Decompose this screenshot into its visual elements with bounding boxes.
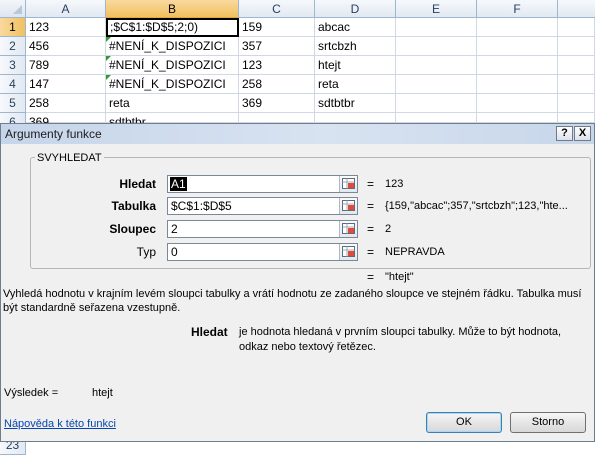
column-header-g[interactable] [558, 0, 595, 18]
dialog-title: Argumenty funkce [5, 127, 102, 141]
cell-e6[interactable] [396, 113, 477, 123]
cell-d5[interactable]: sdtbtbr [315, 94, 396, 113]
column-header-f[interactable]: F [477, 0, 558, 18]
cell-a2[interactable]: 456 [26, 37, 106, 56]
range-select-icon [342, 178, 355, 189]
function-name-label: SVYHLEDAT [35, 152, 104, 164]
row-header[interactable]: 2 [0, 37, 26, 56]
dialog-titlebar[interactable]: Argumenty funkce ? X [1, 124, 594, 144]
equals-sign: = [367, 270, 375, 284]
arg-field-hledat[interactable]: A1 [167, 175, 358, 193]
column-header-a[interactable]: A [26, 0, 106, 18]
row-header[interactable]: 1 [0, 18, 26, 37]
row-header[interactable]: 4 [0, 75, 26, 94]
cell-g2[interactable] [558, 37, 595, 56]
row-header[interactable]: 3 [0, 56, 26, 75]
function-description: Vyhledá hodnotu v krajním levém sloupci … [3, 288, 582, 314]
arg-label-typ: Typ [136, 245, 156, 259]
collapse-dialog-button[interactable] [339, 176, 357, 192]
cell-b3[interactable]: #NENÍ_K_DISPOZICI [106, 56, 239, 75]
arg-label-sloupec: Sloupec [109, 222, 156, 236]
cell-c5[interactable]: 369 [239, 94, 315, 113]
cell-d6[interactable] [315, 113, 396, 123]
arg-result-typ: NEPRAVDA [385, 246, 445, 258]
arg-field-typ[interactable]: 0 [167, 243, 358, 261]
cell-a6[interactable]: 369 [26, 113, 106, 129]
arg-label-hledat: Hledat [119, 177, 156, 191]
cell-e2[interactable] [396, 37, 477, 56]
column-header-b[interactable]: B [106, 0, 239, 18]
arg-result-tabulka: {159,"abcac";357,"srtcbzh";123,"hte... [385, 200, 568, 212]
arg-field-tabulka[interactable]: $C$1:$D$5 [167, 197, 358, 215]
cell-b5[interactable]: reta [106, 94, 239, 113]
argument-description-label: Hledat [191, 325, 228, 339]
select-all-corner[interactable] [0, 0, 26, 18]
cell-f2[interactable] [477, 37, 558, 56]
arg-result-sloupec: 2 [385, 223, 392, 235]
cell-f5[interactable] [477, 94, 558, 113]
cell-g5[interactable] [558, 94, 595, 113]
ok-button[interactable]: OK [426, 412, 502, 433]
cell-a3[interactable]: 789 [26, 56, 106, 75]
help-link[interactable]: Nápověda k této funkci [4, 418, 116, 430]
column-header-d[interactable]: D [315, 0, 396, 18]
close-button[interactable]: X [574, 126, 591, 141]
cell-e3[interactable] [396, 56, 477, 75]
help-button[interactable]: ? [556, 126, 573, 141]
cell-a1[interactable]: 123 [26, 18, 106, 37]
cell-f4[interactable] [477, 75, 558, 94]
cell-d2[interactable]: srtcbzh [315, 37, 396, 56]
cell-g1[interactable] [558, 18, 595, 37]
cell-f1[interactable] [477, 18, 558, 37]
arg-value-hledat[interactable]: A1 [170, 177, 187, 191]
cell-b4[interactable]: #NENÍ_K_DISPOZICI [106, 75, 239, 94]
collapse-dialog-button[interactable] [339, 221, 357, 237]
arg-value-sloupec[interactable]: 2 [171, 222, 178, 236]
equals-sign: = [367, 245, 375, 259]
arg-value-tabulka[interactable]: $C$1:$D$5 [171, 199, 232, 213]
cell-c2[interactable]: 357 [239, 37, 315, 56]
result-label: Výsledek = [4, 387, 59, 399]
cell-d1[interactable]: abcac [315, 18, 396, 37]
cell-b2[interactable]: #NENÍ_K_DISPOZICI [106, 37, 239, 56]
result-value: htejt [92, 387, 113, 399]
cell-g6[interactable] [558, 113, 595, 123]
cell-c6[interactable] [239, 113, 315, 123]
cell-g3[interactable] [558, 56, 595, 75]
arg-label-tabulka: Tabulka [111, 199, 156, 213]
argument-description: je hodnota hledaná v prvním sloupci tabu… [239, 326, 562, 353]
cell-a4[interactable]: 147 [26, 75, 106, 94]
collapse-dialog-button[interactable] [339, 244, 357, 260]
cell-f3[interactable] [477, 56, 558, 75]
cell-e1[interactable] [396, 18, 477, 37]
row-header[interactable]: 5 [0, 94, 26, 113]
equals-sign: = [367, 177, 375, 191]
range-select-icon [342, 223, 355, 234]
cell-b6[interactable]: sdtbtbr [106, 113, 239, 129]
arg-value-typ[interactable]: 0 [171, 245, 178, 259]
cell-c4[interactable]: 258 [239, 75, 315, 94]
cell-e4[interactable] [396, 75, 477, 94]
range-select-icon [342, 246, 355, 257]
cell-d3[interactable]: htejt [315, 56, 396, 75]
formula-result-preview: "htejt" [385, 271, 414, 283]
cell-f6[interactable] [477, 113, 558, 123]
range-select-icon [342, 200, 355, 211]
column-header-e[interactable]: E [396, 0, 477, 18]
equals-sign: = [367, 199, 375, 213]
collapse-dialog-button[interactable] [339, 198, 357, 214]
cell-a5[interactable]: 258 [26, 94, 106, 113]
cancel-button[interactable]: Storno [510, 412, 586, 433]
column-header-c[interactable]: C [239, 0, 315, 18]
cell-g4[interactable] [558, 75, 595, 94]
cell-e5[interactable] [396, 94, 477, 113]
equals-sign: = [367, 222, 375, 236]
arg-result-hledat: 123 [385, 178, 404, 190]
arg-field-sloupec[interactable]: 2 [167, 220, 358, 238]
cell-c1[interactable]: 159 [239, 18, 315, 37]
cell-b1-active[interactable]: ;$C$1:$D$5;2;0) [106, 18, 239, 37]
cell-c3[interactable]: 123 [239, 56, 315, 75]
cell-d4[interactable]: reta [315, 75, 396, 94]
function-arguments-dialog: Argumenty funkce ? X SVYHLEDAT Hledat A1… [0, 123, 595, 442]
